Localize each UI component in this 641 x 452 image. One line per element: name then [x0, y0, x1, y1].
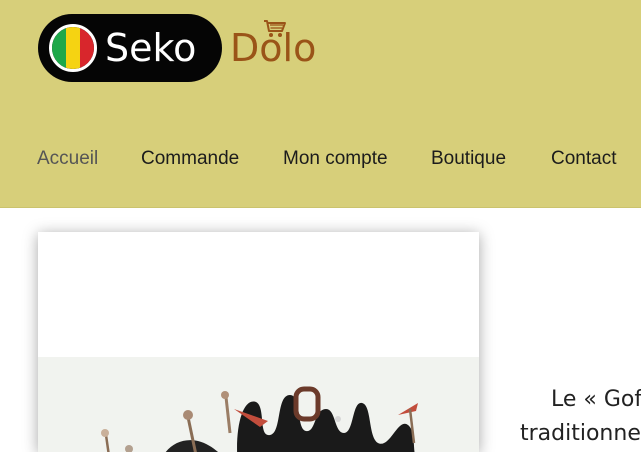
nav-item-mon-compte[interactable]: Mon compte	[283, 145, 388, 173]
nav-item-contact[interactable]: Contact	[551, 145, 616, 173]
nav-item-commande[interactable]: Commande	[141, 145, 239, 173]
product-image[interactable]	[38, 357, 479, 452]
intro-text-line2: traditionnel	[520, 421, 641, 446]
main-nav: Accueil Commande Mon compte Boutique Con…	[0, 145, 641, 173]
brand[interactable]: Dolo	[230, 18, 316, 78]
shopping-cart-icon	[264, 20, 286, 37]
nav-item-accueil[interactable]: Accueil	[37, 145, 98, 173]
intro-text: Le « Gof traditionnel	[520, 383, 641, 451]
mali-flag-icon	[49, 24, 97, 72]
nav-item-boutique[interactable]: Boutique	[431, 145, 506, 173]
logo[interactable]: Seko	[38, 14, 222, 82]
logo-text: Seko	[105, 26, 197, 70]
product-image-card[interactable]	[38, 232, 479, 452]
gofo-object-illustration	[101, 386, 418, 452]
intro-text-line1: Le « Gof	[551, 387, 641, 412]
site-header: Seko Dolo Accueil Commande Mon compte Bo…	[0, 0, 641, 208]
